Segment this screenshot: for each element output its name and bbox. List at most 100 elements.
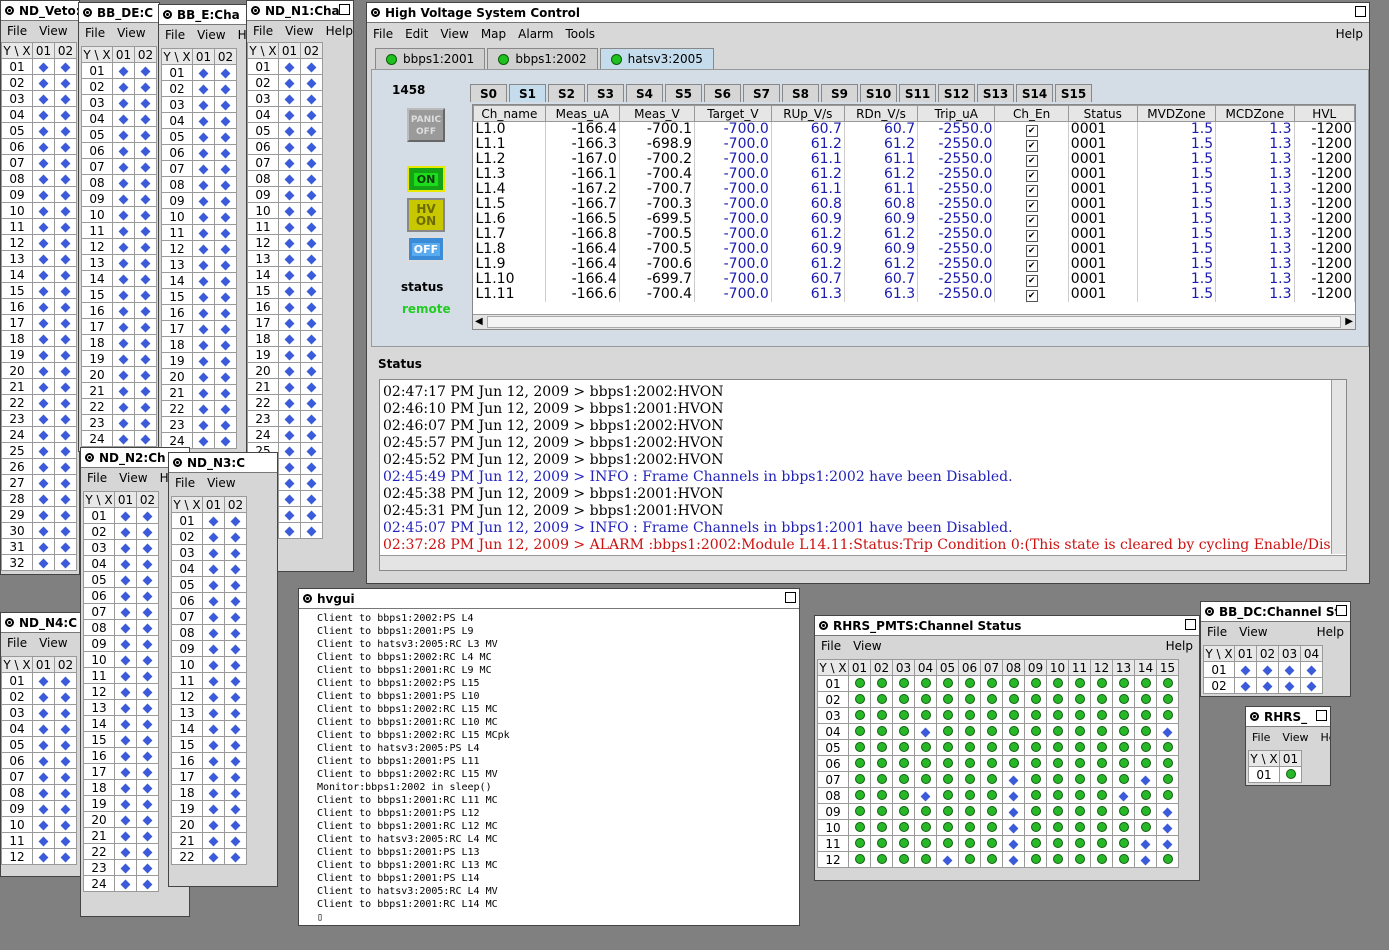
channel-cell[interactable] — [136, 523, 159, 540]
channel-cell[interactable] — [112, 286, 135, 303]
channel-cell[interactable] — [32, 234, 55, 251]
channel-cell[interactable] — [1090, 675, 1113, 692]
channel-cell[interactable] — [1112, 707, 1135, 724]
channel-cell[interactable] — [936, 739, 959, 756]
menu-view[interactable]: View — [1239, 625, 1267, 639]
channel-cell[interactable]: 60.7 — [844, 121, 919, 137]
channel-cell[interactable] — [980, 803, 1003, 820]
channel-cell[interactable] — [224, 544, 247, 561]
channel-cell[interactable] — [1002, 771, 1025, 788]
channel-cell[interactable]: -2550.0 — [917, 287, 996, 302]
channel-cell[interactable] — [54, 752, 77, 769]
channel-cell[interactable] — [192, 352, 215, 369]
channel-cell[interactable] — [1024, 755, 1047, 772]
channel-cell[interactable] — [1068, 835, 1091, 852]
channel-cell[interactable] — [300, 218, 323, 235]
channel-cell[interactable] — [958, 691, 981, 708]
channel-cell[interactable] — [32, 266, 55, 283]
channel-cell[interactable]: 60.9 — [844, 242, 919, 257]
channel-cell[interactable] — [202, 848, 225, 865]
column-header[interactable]: Trip_uA — [917, 105, 996, 122]
channel-cell[interactable]: L1.1 — [473, 137, 546, 152]
channel-cell[interactable]: 61.3 — [771, 287, 845, 302]
channel-cell[interactable] — [54, 490, 77, 507]
channel-cell[interactable] — [1112, 739, 1135, 756]
window-menu-icon[interactable] — [5, 618, 14, 627]
channel-cell[interactable] — [192, 128, 215, 145]
channel-cell[interactable] — [1090, 787, 1113, 804]
channel-cell[interactable] — [224, 752, 247, 769]
channel-row[interactable]: L1.1 -166.3 -698.9 -700.0 61.2 61.2 -2550.0 ✔ 00… — [473, 137, 1355, 152]
channel-cell[interactable] — [114, 651, 137, 668]
channel-cell[interactable] — [278, 170, 301, 187]
channel-cell[interactable] — [136, 651, 159, 668]
channel-cell[interactable] — [914, 723, 937, 740]
channel-cell[interactable]: -2550.0 — [917, 182, 996, 197]
channel-cell[interactable] — [1112, 755, 1135, 772]
column-header[interactable]: Meas_V — [618, 105, 696, 122]
menu-help[interactable]: Help — [326, 24, 353, 38]
maximize-icon[interactable] — [1355, 6, 1366, 17]
menu-file[interactable]: File — [1207, 625, 1227, 639]
channel-cell[interactable] — [300, 442, 323, 459]
channel-cell[interactable] — [192, 208, 215, 225]
window-menu-icon[interactable] — [5, 6, 14, 15]
channel-cell[interactable] — [958, 755, 981, 772]
channel-cell[interactable] — [54, 170, 77, 187]
channel-cell[interactable] — [1068, 707, 1091, 724]
channel-cell[interactable] — [192, 80, 215, 97]
channel-cell[interactable] — [214, 112, 237, 129]
channel-cell[interactable] — [1156, 707, 1179, 724]
channel-cell[interactable] — [224, 672, 247, 689]
channel-cell[interactable] — [192, 256, 215, 273]
channel-cell[interactable] — [224, 592, 247, 609]
slot-tab-s5[interactable]: S5 — [665, 84, 702, 102]
channel-cell[interactable] — [214, 192, 237, 209]
channel-cell[interactable] — [214, 240, 237, 257]
channel-cell[interactable] — [300, 314, 323, 331]
channel-cell[interactable] — [112, 158, 135, 175]
nd-n1-titlebar[interactable]: ND_N1:Cha — [247, 1, 353, 21]
channel-cell[interactable] — [214, 352, 237, 369]
slot-tab-s12[interactable]: S12 — [938, 84, 975, 102]
channel-cell[interactable] — [32, 202, 55, 219]
window-menu-icon[interactable] — [163, 10, 172, 19]
channel-cell[interactable]: 1.3 — [1215, 242, 1295, 257]
channel-cell[interactable]: -2550.0 — [917, 197, 996, 212]
checkbox-checked-icon[interactable]: ✔ — [1025, 200, 1038, 212]
channel-enable-cell[interactable]: ✔ — [994, 272, 1069, 287]
channel-cell[interactable] — [958, 851, 981, 868]
channel-cell[interactable] — [202, 704, 225, 721]
channel-cell[interactable] — [1134, 819, 1157, 836]
channel-cell[interactable] — [136, 827, 159, 844]
channel-cell[interactable]: 61.1 — [771, 182, 845, 197]
channel-cell[interactable] — [32, 672, 55, 689]
channel-cell[interactable] — [278, 522, 301, 539]
channel-enable-cell[interactable]: ✔ — [994, 137, 1069, 152]
channel-cell[interactable]: -166.8 — [545, 227, 620, 242]
channel-cell[interactable] — [32, 218, 55, 235]
channel-cell[interactable] — [1090, 707, 1113, 724]
channel-cell[interactable] — [54, 378, 77, 395]
channel-cell[interactable]: L1.2 — [473, 152, 546, 167]
channel-cell[interactable]: -700.0 — [694, 121, 772, 137]
channel-cell[interactable] — [1068, 675, 1091, 692]
channel-cell[interactable] — [202, 752, 225, 769]
checkbox-checked-icon[interactable]: ✔ — [1025, 275, 1038, 287]
channel-cell[interactable] — [848, 771, 871, 788]
channel-cell[interactable] — [114, 811, 137, 828]
channel-cell[interactable]: -699.5 — [619, 212, 696, 227]
checkbox-checked-icon[interactable]: ✔ — [1025, 170, 1038, 182]
channel-cell[interactable] — [192, 176, 215, 193]
channel-cell[interactable] — [958, 707, 981, 724]
channel-cell[interactable] — [134, 126, 157, 143]
channel-cell[interactable] — [1156, 739, 1179, 756]
channel-cell[interactable] — [278, 394, 301, 411]
window-menu-icon[interactable] — [173, 458, 182, 467]
channel-cell[interactable] — [136, 811, 159, 828]
menu-file[interactable]: File — [175, 476, 195, 490]
channel-cell[interactable]: -166.4 — [545, 121, 620, 137]
channel-row[interactable]: L1.9 -166.4 -700.6 -700.0 61.2 61.2 -2550.0 ✔ 00… — [473, 257, 1355, 272]
console-cursor[interactable]: ▯ — [317, 911, 510, 924]
channel-cell[interactable] — [278, 282, 301, 299]
